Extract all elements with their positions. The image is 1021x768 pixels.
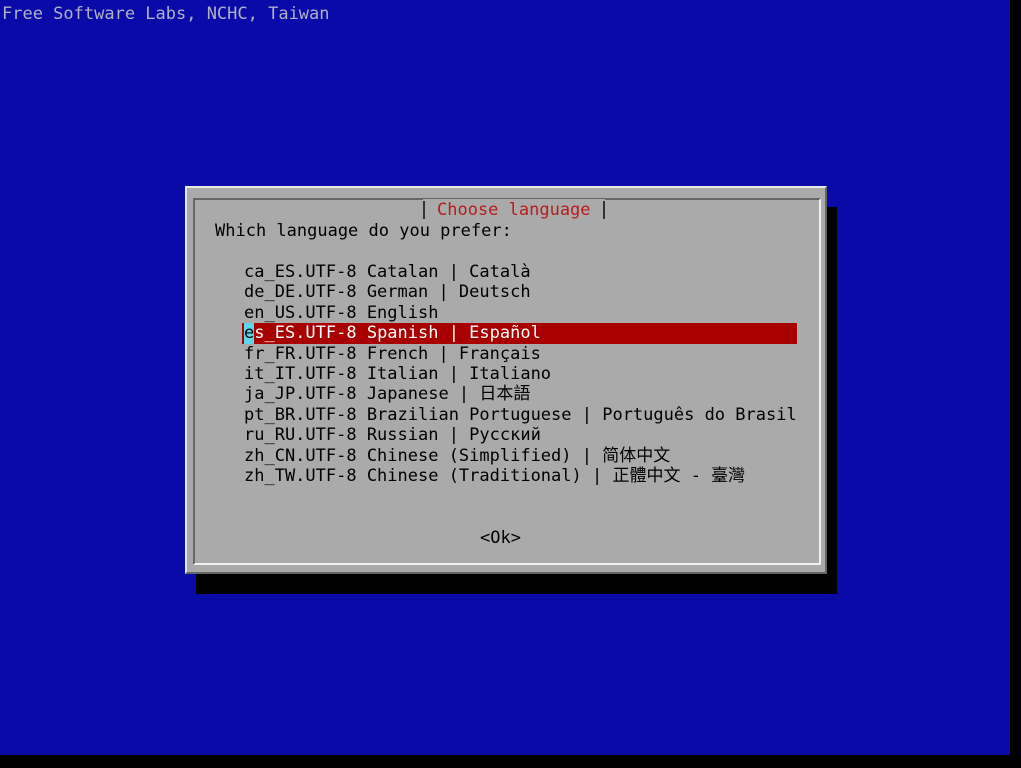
- language-item-zh-tw[interactable]: zh_TW.UTF-8 Chinese (Traditional) | 正體中文…: [244, 466, 804, 486]
- language-item-ca[interactable]: ca_ES.UTF-8 Catalan | Català: [244, 262, 804, 282]
- language-item-en[interactable]: en_US.UTF-8 English: [244, 303, 804, 323]
- dialog-frame: Choose language Which language do you pr…: [193, 198, 821, 565]
- title-right-tick: [602, 201, 605, 219]
- terminal-screen: Free Software Labs, NCHC, Taiwan Choose …: [0, 0, 1021, 768]
- screen-edge-bottom: [0, 755, 1021, 768]
- ok-button[interactable]: <Ok>: [480, 528, 521, 548]
- language-item-es-label: s_ES.UTF-8 Spanish | Español: [254, 323, 541, 344]
- text-cursor: e: [244, 323, 255, 344]
- dialog-prompt: Which language do you prefer:: [215, 221, 512, 241]
- language-item-pt[interactable]: pt_BR.UTF-8 Brazilian Portuguese | Portu…: [244, 405, 804, 425]
- language-list[interactable]: ca_ES.UTF-8 Catalan | Català de_DE.UTF-8…: [242, 262, 804, 486]
- language-item-ru[interactable]: ru_RU.UTF-8 Russian | Русский: [244, 425, 804, 445]
- language-item-es-selected[interactable]: es_ES.UTF-8 Spanish | Español: [242, 323, 797, 344]
- screen-edge-right: [1010, 0, 1021, 768]
- language-item-de[interactable]: de_DE.UTF-8 German | Deutsch: [244, 282, 804, 302]
- backtitle: Free Software Labs, NCHC, Taiwan: [2, 4, 330, 24]
- language-item-fr[interactable]: fr_FR.UTF-8 French | Français: [244, 344, 804, 364]
- language-dialog: Choose language Which language do you pr…: [185, 186, 827, 574]
- language-item-zh-cn[interactable]: zh_CN.UTF-8 Chinese (Simplified) | 简体中文: [244, 446, 804, 466]
- dialog-title: Choose language: [437, 200, 591, 220]
- language-item-ja[interactable]: ja_JP.UTF-8 Japanese | 日本語: [244, 384, 804, 404]
- dialog-title-bar: Choose language: [423, 199, 605, 221]
- language-item-it[interactable]: it_IT.UTF-8 Italian | Italiano: [244, 364, 804, 384]
